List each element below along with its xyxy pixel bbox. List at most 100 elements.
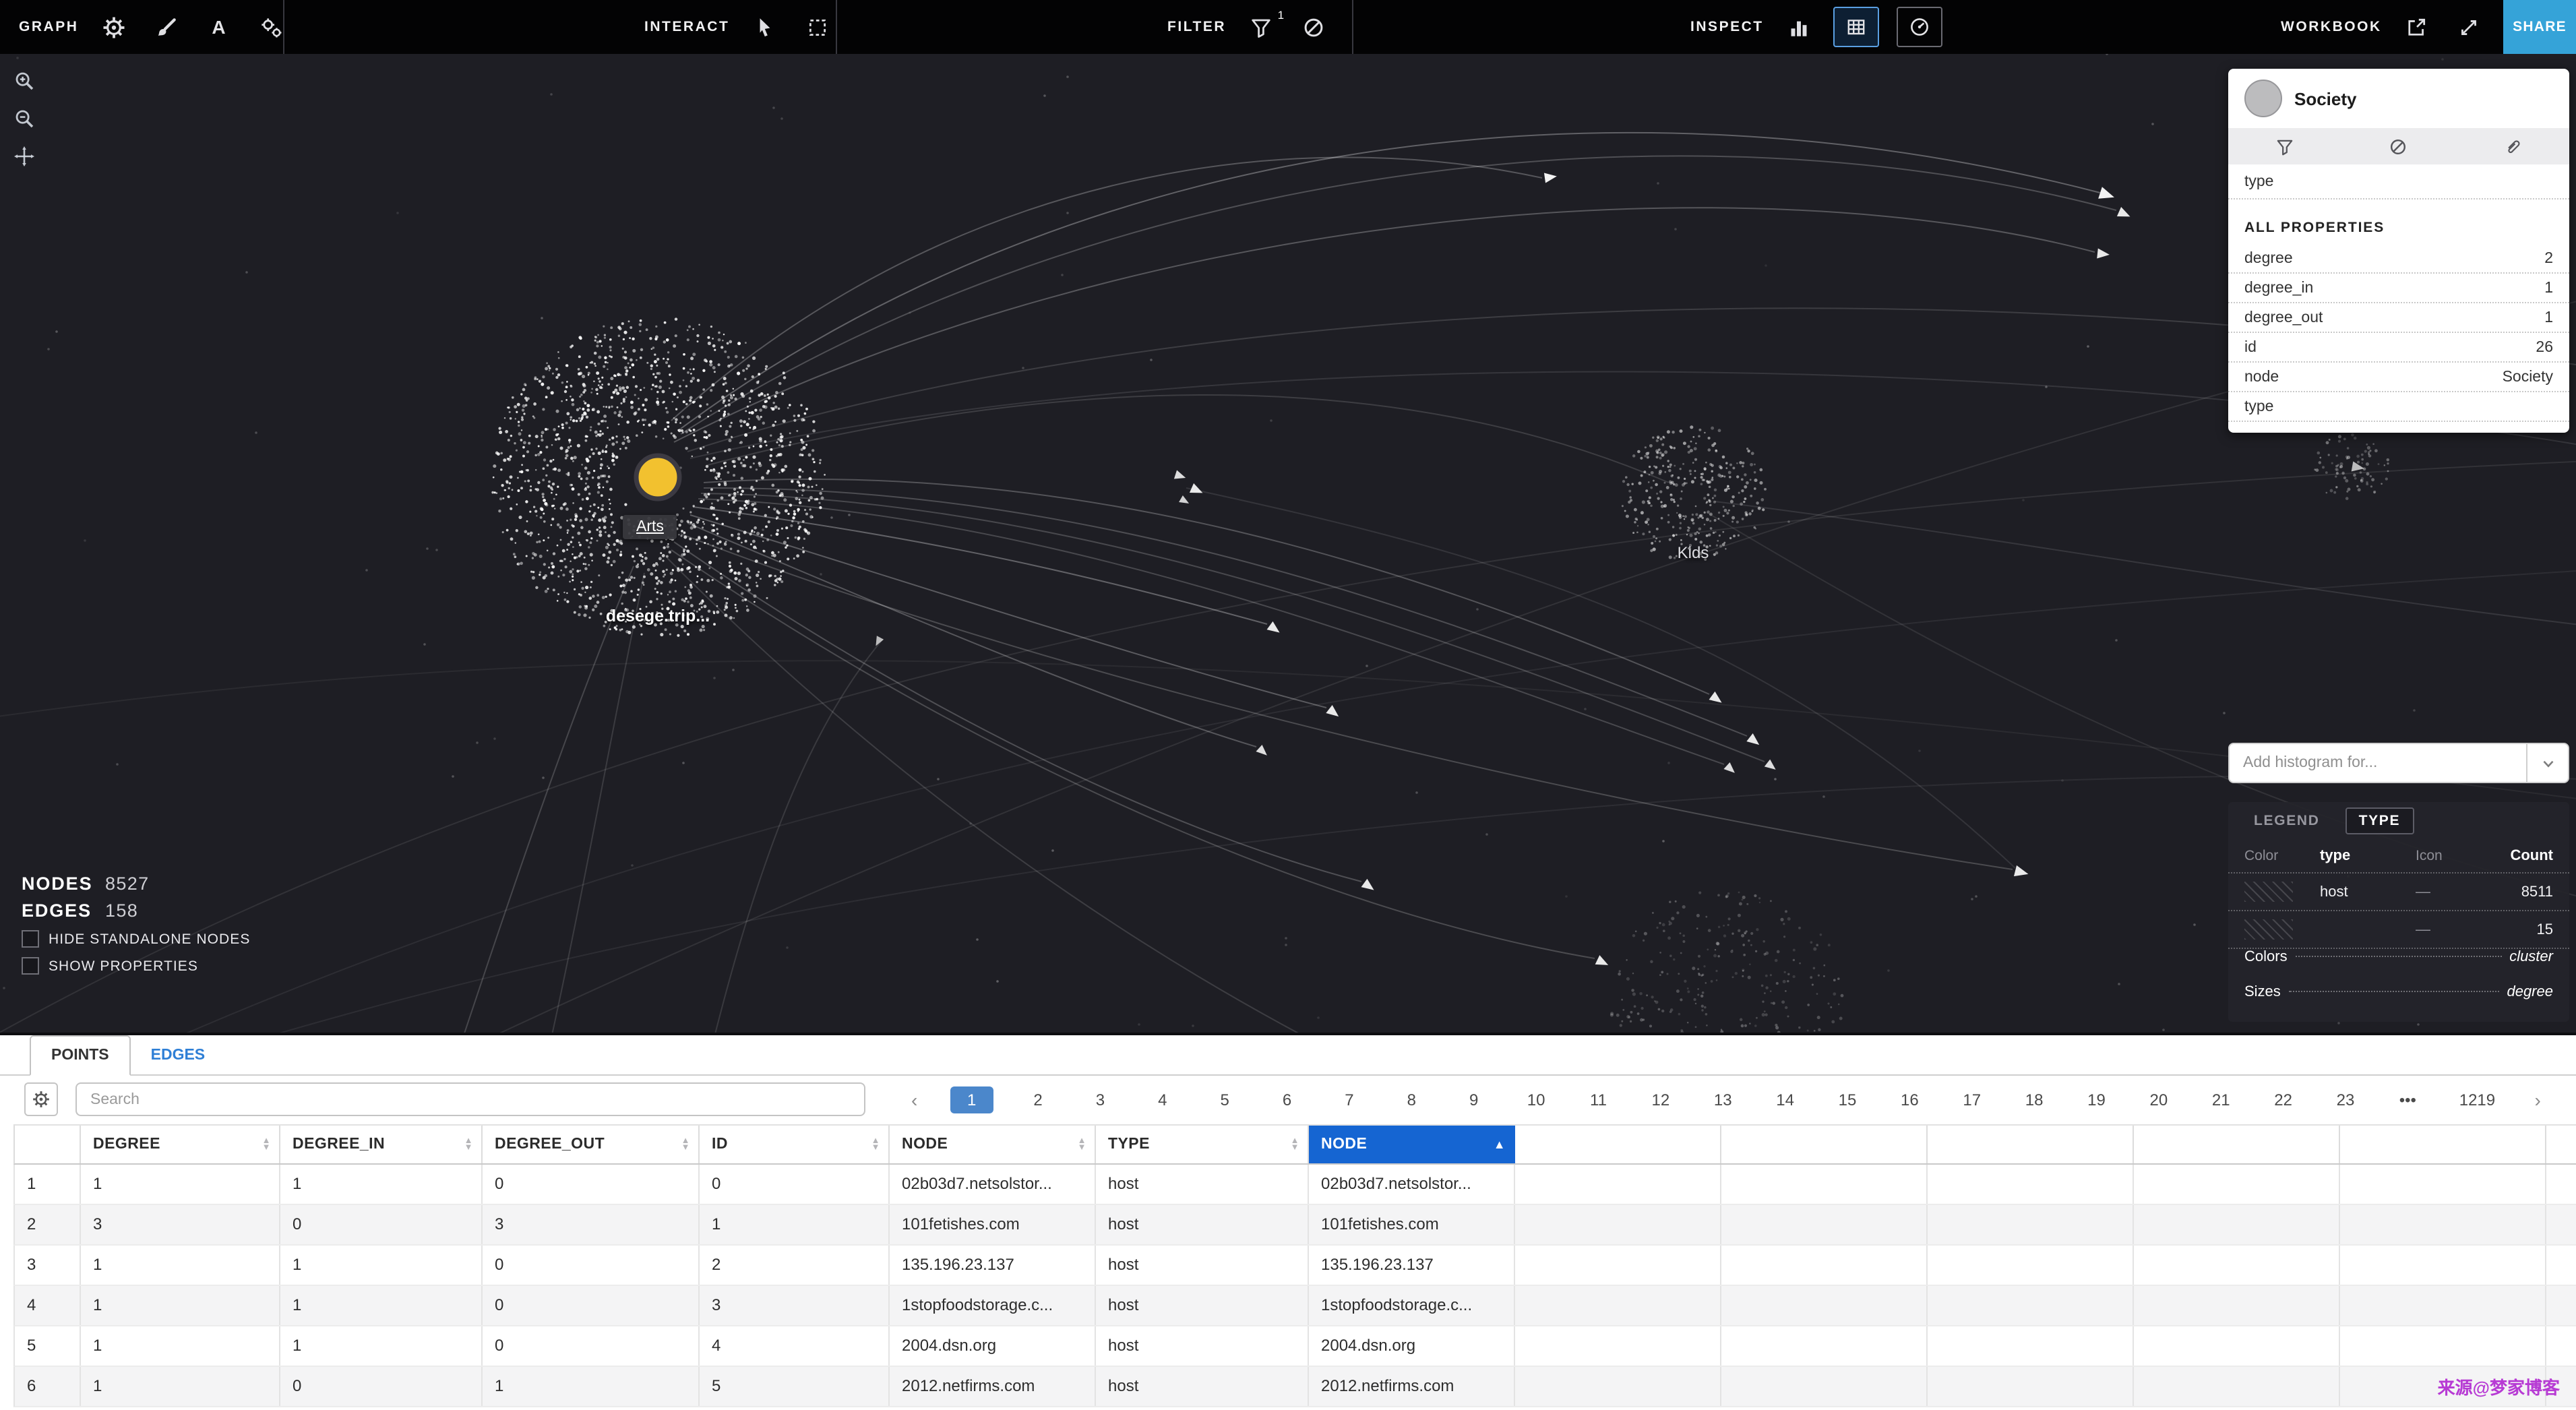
column-header-degree_out[interactable]: DEGREE_OUT▲▼ xyxy=(483,1126,700,1163)
checkbox[interactable] xyxy=(22,957,39,975)
table-tabs: POINTSEDGES xyxy=(0,1035,2576,1076)
page-button[interactable]: 3 xyxy=(1082,1086,1117,1113)
pan-select-button[interactable] xyxy=(747,9,782,44)
center-view-icon[interactable] xyxy=(13,146,35,167)
table-cell-empty xyxy=(1721,1205,1928,1244)
page-button[interactable]: 11 xyxy=(1581,1086,1616,1113)
open-workbook-button[interactable] xyxy=(2399,9,2434,44)
exclusions-button[interactable] xyxy=(1296,9,1331,44)
table-cell: 1 xyxy=(81,1326,280,1366)
zoom-controls xyxy=(13,70,35,167)
tab-points[interactable]: POINTS xyxy=(30,1035,131,1076)
page-button[interactable]: 21 xyxy=(2203,1086,2238,1113)
column-header-degree[interactable]: DEGREE▲▼ xyxy=(81,1126,280,1163)
page-button[interactable]: 6 xyxy=(1270,1086,1305,1113)
sort-icons: ▲▼ xyxy=(871,1138,880,1151)
zoom-in-icon[interactable] xyxy=(13,70,35,92)
all-properties-heading: ALL PROPERTIES xyxy=(2228,200,2569,244)
page-button[interactable]: 7 xyxy=(1332,1086,1367,1113)
labels-button[interactable]: A xyxy=(201,9,236,44)
zoom-out-icon[interactable] xyxy=(13,108,35,129)
page-button[interactable]: 20 xyxy=(2141,1086,2176,1113)
page-button[interactable]: 5 xyxy=(1207,1086,1242,1113)
table-cell-empty xyxy=(2134,1286,2340,1325)
page-button[interactable]: 10 xyxy=(1519,1086,1554,1113)
column-header-id[interactable]: ID▲▼ xyxy=(700,1126,890,1163)
table-cell-filler xyxy=(2546,1246,2576,1285)
histograms-button[interactable] xyxy=(1781,9,1816,44)
legend-icon: — xyxy=(2416,921,2475,938)
histogram-dropdown-toggle[interactable] xyxy=(2526,744,2568,782)
interact-section: INTERACT xyxy=(644,0,834,54)
filter-count-badge: 1 xyxy=(1278,8,1284,22)
tab-edges[interactable]: EDGES xyxy=(131,1035,226,1074)
page-button[interactable]: 4 xyxy=(1145,1086,1180,1113)
inspector-field-type[interactable]: type xyxy=(2228,164,2569,200)
paint-button[interactable] xyxy=(148,9,183,44)
legend-col-type: type xyxy=(2320,848,2416,864)
link-icon[interactable] xyxy=(2503,137,2522,156)
table-row[interactable]: 610152012.netfirms.comhost2012.netfirms.… xyxy=(13,1367,2576,1407)
page-button[interactable]: 17 xyxy=(1955,1086,1990,1113)
filter-by-icon[interactable] xyxy=(2275,137,2294,156)
graph-viewport[interactable]: Arts desege.trip... Kids NODES 8527 EDGE… xyxy=(0,54,2576,1033)
table-row[interactable]: 23031101fetishes.comhost101fetishes.com xyxy=(13,1205,2576,1246)
share-button[interactable]: SHARE xyxy=(2503,0,2576,54)
table-cell: 1 xyxy=(483,1367,700,1406)
page-button[interactable]: 12 xyxy=(1643,1086,1678,1113)
footer-label: Colors xyxy=(2244,949,2288,965)
marquee-select-button[interactable] xyxy=(799,9,834,44)
page-prev-button[interactable]: ‹ xyxy=(906,1089,923,1111)
page-button[interactable]: 9 xyxy=(1456,1086,1492,1113)
page-button[interactable]: 23 xyxy=(2328,1086,2363,1113)
legend-tab-type[interactable]: TYPE xyxy=(2345,807,2414,834)
table-cell: 3 xyxy=(81,1205,280,1244)
legend-count: 8511 xyxy=(2521,884,2553,900)
page-button[interactable]: ••• xyxy=(2390,1086,2425,1113)
table-row[interactable]: 1110002b03d7.netsolstor...host02b03d7.ne… xyxy=(13,1165,2576,1205)
column-header-type[interactable]: TYPE▲▼ xyxy=(1096,1126,1309,1163)
canvas-option[interactable]: HIDE STANDALONE NODES xyxy=(22,930,250,948)
table-row[interactable]: 511042004.dsn.orghost2004.dsn.org xyxy=(13,1326,2576,1367)
graph-settings-button[interactable] xyxy=(96,9,131,44)
page-button[interactable]: 15 xyxy=(1830,1086,1865,1113)
table-cell: 101fetishes.com xyxy=(1309,1205,1515,1244)
inspector-title: Society xyxy=(2294,88,2357,109)
column-header-node[interactable]: NODE▲ xyxy=(1309,1126,1515,1163)
column-header-node[interactable]: NODE▲▼ xyxy=(890,1126,1096,1163)
column-header-empty xyxy=(2134,1126,2340,1163)
page-button[interactable]: 1219 xyxy=(2453,1086,2502,1113)
checkbox[interactable] xyxy=(22,930,39,948)
page-button[interactable]: 16 xyxy=(1892,1086,1927,1113)
page-button[interactable]: 14 xyxy=(1768,1086,1803,1113)
page-button[interactable]: 1 xyxy=(950,1086,993,1113)
table-cell: host xyxy=(1096,1246,1309,1285)
selected-node-label[interactable]: Arts xyxy=(623,515,677,539)
legend-footer-row: Sizesdegree xyxy=(2228,984,2569,1019)
canvas-option[interactable]: SHOW PROPERTIES xyxy=(22,957,250,975)
table-cell: 1 xyxy=(81,1246,280,1285)
dashboard-button[interactable] xyxy=(1897,7,1943,47)
legend-col-count: Count xyxy=(2510,848,2553,864)
table-row[interactable]: 31102135.196.23.137host135.196.23.137 xyxy=(13,1246,2576,1286)
page-button[interactable]: 2 xyxy=(1020,1086,1055,1113)
page-button[interactable]: 22 xyxy=(2266,1086,2301,1113)
page-button[interactable]: 18 xyxy=(2017,1086,2052,1113)
page-button[interactable]: 19 xyxy=(2079,1086,2114,1113)
fullscreen-button[interactable] xyxy=(2452,9,2487,44)
table-row[interactable]: 411031stopfoodstorage.c...host1stopfoods… xyxy=(13,1286,2576,1326)
graph-canvas[interactable] xyxy=(0,54,2576,1033)
add-histogram-select[interactable]: Add histogram for... xyxy=(2228,743,2569,783)
exclude-icon[interactable] xyxy=(2389,137,2408,156)
table-cell: 5 xyxy=(700,1367,890,1406)
data-table-button[interactable] xyxy=(1834,7,1880,47)
inspector-actions xyxy=(2228,128,2569,164)
page-next-button[interactable]: › xyxy=(2529,1089,2546,1111)
table-settings-button[interactable] xyxy=(24,1082,58,1116)
page-button[interactable]: 13 xyxy=(1705,1086,1740,1113)
filters-button[interactable]: 1 xyxy=(1244,9,1279,44)
column-header-degree_in[interactable]: DEGREE_IN▲▼ xyxy=(280,1126,483,1163)
legend-tab-legend[interactable]: LEGEND xyxy=(2242,809,2332,833)
page-button[interactable]: 8 xyxy=(1394,1086,1429,1113)
search-input[interactable] xyxy=(75,1082,865,1116)
